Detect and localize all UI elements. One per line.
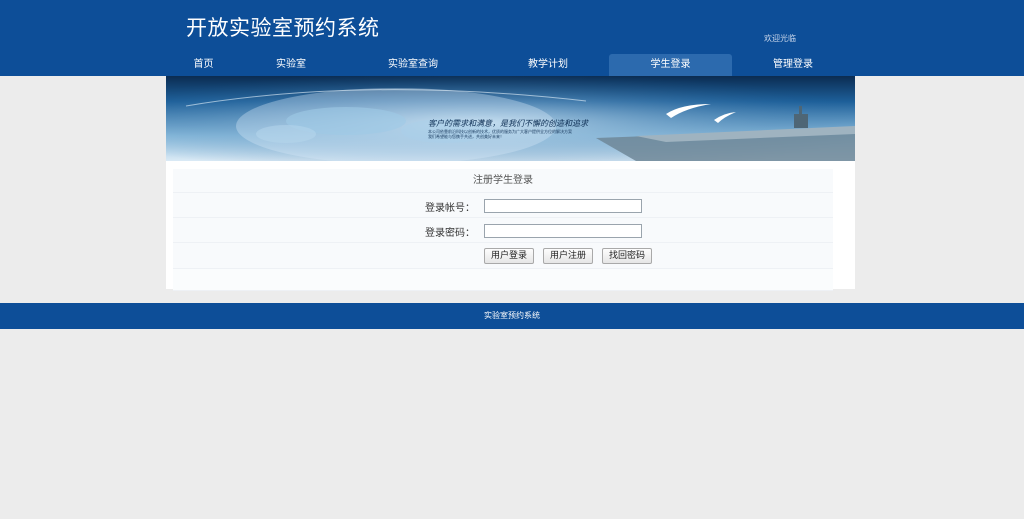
nav-item-home[interactable]: 首页 [166, 54, 241, 76]
site-header: 开放实验室预约系统 欢迎光临 首页 实验室 实验室查询 教学计划 学生登录 管理… [0, 0, 1024, 76]
site-title: 开放实验室预约系统 [186, 16, 380, 40]
register-button[interactable]: 用户注册 [543, 248, 594, 264]
button-row: 用户登录 用户注册 找回密码 [173, 243, 833, 269]
site-footer: 实验室预约系统 [0, 303, 1024, 329]
banner-artwork: 客户的需求和满意，是我们不懈的创造和追求 本公司依靠前沿科技以创新的技术，优质的… [166, 76, 855, 161]
banner-image: 客户的需求和满意，是我们不懈的创造和追求 本公司依靠前沿科技以创新的技术，优质的… [166, 76, 855, 161]
account-input[interactable] [484, 199, 642, 213]
spacer-row [173, 269, 833, 291]
banner-subtext-2: 我们希望能与您携手共进，共创美好未来！ [428, 133, 504, 139]
login-button[interactable]: 用户登录 [484, 248, 535, 264]
account-row: 登录帐号： [173, 193, 833, 218]
banner-headline: 客户的需求和满意，是我们不懈的创造和追求 [428, 119, 589, 128]
password-row: 登录密码： [173, 218, 833, 243]
nav-item-student-login[interactable]: 学生登录 [609, 54, 732, 76]
nav-item-admin-login[interactable]: 管理登录 [732, 54, 854, 76]
nav-item-lab-search[interactable]: 实验室查询 [362, 54, 464, 76]
account-label: 登录帐号： [425, 203, 475, 214]
login-form: 注册学生登录 登录帐号： 登录密码： 用户登录 用户注册 找回密码 [173, 169, 833, 291]
main-nav: 首页 实验室 实验室查询 教学计划 学生登录 管理登录 [166, 54, 854, 76]
password-input[interactable] [484, 224, 642, 238]
welcome-text: 欢迎光临 [764, 34, 796, 43]
recover-password-button[interactable]: 找回密码 [602, 248, 653, 264]
nav-item-teaching-plan[interactable]: 教学计划 [498, 54, 598, 76]
password-label: 登录密码： [425, 228, 475, 239]
form-title: 注册学生登录 [173, 169, 833, 193]
nav-item-lab[interactable]: 实验室 [251, 54, 331, 76]
login-panel: 注册学生登录 登录帐号： 登录密码： 用户登录 用户注册 找回密码 [166, 161, 855, 291]
